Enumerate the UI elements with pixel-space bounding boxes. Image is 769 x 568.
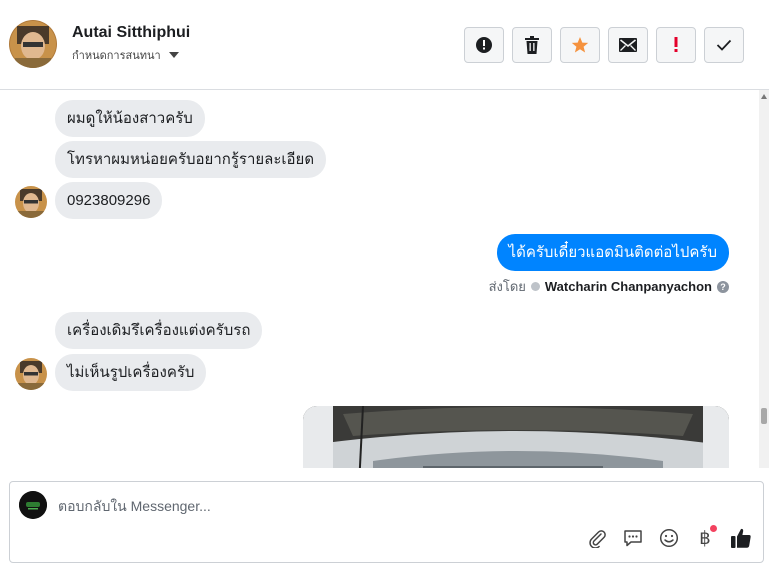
composer-tools: ฿ [585,525,753,550]
alert-circle-icon [476,37,492,53]
assign-label: กำหนดการสนทนา [72,50,161,62]
mark-unread-button[interactable] [608,27,648,63]
done-button[interactable] [704,27,744,63]
delete-button[interactable] [512,27,552,63]
scroll-thumb[interactable] [761,408,767,424]
incoming-message: โทรหาผมหน่อยครับอยากรู้รายละเอียด [55,141,327,178]
thread-scrollbar[interactable] [759,90,769,468]
thumbs-up-icon [731,528,751,548]
outgoing-photo[interactable] [303,406,729,468]
scroll-up-arrow-icon[interactable] [761,94,767,99]
action-toolbar [464,27,744,63]
caret-down-icon [168,52,179,58]
message-thread[interactable]: ผมดูให้น้องสาวครับ โทรหาผมหน่อยครับอยากร… [0,90,769,468]
incoming-message: 0923809296 [55,182,163,219]
exclamation-icon [674,37,678,52]
baht-icon: ฿ [699,527,711,549]
sent-by-agent[interactable]: Watcharin Chanpanyachon [545,279,712,294]
check-icon [716,39,732,51]
reply-composer: ฿ [9,481,764,563]
page-avatar [19,491,47,519]
incoming-message: ไม่เห็นรูปเครื่องครับ [55,354,207,391]
contact-avatar-small [15,358,47,390]
outgoing-message: ได้ครับเดี๋ยวแอดมินติดต่อไปครับ [496,234,729,271]
sent-by-label: ส่งโดย [488,279,526,294]
emoji-icon [659,528,679,548]
help-icon[interactable]: ? [717,280,729,293]
attach-button[interactable] [585,526,609,550]
like-button[interactable] [729,526,753,550]
notification-dot [710,525,717,532]
paperclip-icon [589,530,606,548]
contact-avatar[interactable] [9,20,57,68]
saved-reply-icon [624,530,642,547]
trash-icon [525,36,539,54]
contact-name[interactable]: Autai Sitthiphui [72,24,190,42]
envelope-icon [619,38,637,52]
mark-spam-button[interactable] [464,27,504,63]
incoming-message: เครื่องเดิมรึเครื่องแต่งครับรถ [55,312,263,349]
emoji-button[interactable] [657,526,681,550]
conversation-header: Autai Sitthiphui กำหนดการสนทนา [0,0,769,90]
incoming-message: ผมดูให้น้องสาวครับ [55,100,205,137]
payment-button[interactable]: ฿ [693,525,717,550]
contact-avatar-small [15,186,47,218]
star-icon [571,37,589,53]
saved-reply-button[interactable] [621,526,645,550]
reply-input[interactable] [58,496,618,516]
sent-by-info: ส่งโดย Watcharin Chanpanyachon ? [489,276,729,297]
verified-dot-icon [530,282,540,291]
assign-conversation-dropdown[interactable]: กำหนดการสนทนา [72,46,179,64]
flag-button[interactable] [656,27,696,63]
star-button[interactable] [560,27,600,63]
